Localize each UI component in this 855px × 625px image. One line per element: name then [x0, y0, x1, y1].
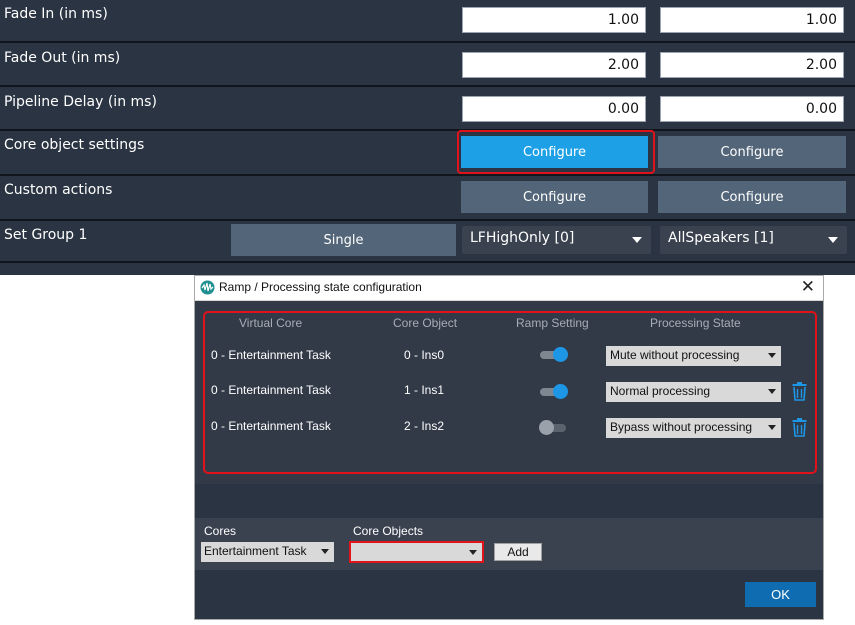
chevron-down-icon — [768, 389, 776, 394]
row-3-core-object: 2 - Ins2 — [404, 419, 445, 433]
row-divider — [0, 174, 855, 176]
set-group-label: Set Group 1 — [4, 227, 88, 243]
ok-button[interactable]: OK — [745, 582, 816, 607]
pipeline-delay-label: Pipeline Delay (in ms) — [4, 94, 157, 110]
row-2-virtual-core: 0 - Entertainment Task — [211, 383, 331, 397]
group-combo-b-value: AllSpeakers [1] — [668, 230, 774, 246]
cores-combo[interactable]: Entertainment Task — [201, 542, 334, 562]
chevron-down-icon — [632, 237, 642, 243]
column-header-processing-state: Processing State — [650, 316, 741, 330]
cores-label: Cores — [204, 524, 237, 538]
row-2-state-combo[interactable]: Normal processing — [606, 382, 781, 402]
row-1-virtual-core: 0 - Entertainment Task — [211, 348, 331, 362]
settings-panel: Fade In (in ms) 1.00 1.00 Fade Out (in m… — [0, 0, 855, 275]
column-header-ramp-setting: Ramp Setting — [516, 316, 589, 330]
row-3-ramp-toggle[interactable] — [539, 420, 566, 435]
core-objects-label: Core Objects — [353, 524, 424, 538]
row-1-ramp-toggle[interactable] — [540, 347, 568, 362]
chevron-down-icon — [768, 425, 776, 430]
group-combo-a[interactable]: LFHighOnly [0] — [462, 226, 651, 254]
fade-in-label: Fade In (in ms) — [4, 6, 108, 22]
fade-out-input-a[interactable]: 2.00 — [462, 52, 646, 78]
core-objects-combo[interactable] — [349, 541, 484, 563]
core-object-configure-button-b[interactable]: Configure — [658, 136, 846, 168]
dialog-title: Ramp / Processing state configuration — [219, 280, 422, 294]
chevron-down-icon — [469, 550, 477, 555]
toggle-knob — [553, 384, 568, 399]
single-button[interactable]: Single — [231, 224, 456, 256]
app-logo-icon — [200, 280, 215, 295]
row-divider — [0, 129, 855, 131]
fade-in-input-b[interactable]: 1.00 — [660, 7, 844, 33]
row-2-ramp-toggle[interactable] — [540, 384, 568, 399]
group-combo-b[interactable]: AllSpeakers [1] — [660, 226, 847, 254]
row-3-state-value: Bypass without processing — [610, 420, 753, 434]
core-object-settings-label: Core object settings — [4, 137, 145, 153]
add-button[interactable]: Add — [494, 543, 542, 561]
fade-out-input-b[interactable]: 2.00 — [660, 52, 844, 78]
pipeline-delay-input-b[interactable]: 0.00 — [660, 96, 844, 122]
row-divider — [0, 261, 855, 263]
dialog-titlebar: Ramp / Processing state configuration ✕ — [195, 276, 823, 301]
row-divider — [0, 85, 855, 87]
chevron-down-icon — [828, 237, 838, 243]
toggle-knob — [553, 347, 568, 362]
fade-out-label: Fade Out (in ms) — [4, 50, 121, 66]
chevron-down-icon — [768, 353, 776, 358]
column-header-virtual-core: Virtual Core — [239, 316, 303, 330]
pipeline-delay-input-a[interactable]: 0.00 — [462, 96, 646, 122]
row-3-trash-icon[interactable] — [792, 418, 807, 437]
cores-combo-value: Entertainment Task — [204, 544, 307, 558]
column-header-core-object: Core Object — [393, 316, 458, 330]
row-2-trash-icon[interactable] — [792, 382, 807, 401]
ramp-config-dialog: Ramp / Processing state configuration ✕ … — [194, 275, 824, 620]
row-2-state-value: Normal processing — [610, 384, 711, 398]
chevron-down-icon — [321, 549, 329, 554]
row-divider — [0, 41, 855, 43]
row-1-state-value: Mute without processing — [610, 348, 740, 362]
row-1-core-object: 0 - Ins0 — [404, 348, 445, 362]
row-1-state-combo[interactable]: Mute without processing — [606, 346, 781, 366]
fade-in-input-a[interactable]: 1.00 — [462, 7, 646, 33]
custom-actions-label: Custom actions — [4, 182, 113, 198]
group-combo-a-value: LFHighOnly [0] — [470, 230, 575, 246]
custom-actions-configure-button-b[interactable]: Configure — [658, 181, 846, 213]
row-3-virtual-core: 0 - Entertainment Task — [211, 419, 331, 433]
custom-actions-configure-button-a[interactable]: Configure — [461, 181, 648, 213]
row-2-core-object: 1 - Ins1 — [404, 383, 445, 397]
toggle-knob — [539, 420, 554, 435]
row-divider — [0, 219, 855, 221]
core-object-configure-button-a[interactable]: Configure — [461, 136, 648, 168]
close-icon[interactable]: ✕ — [801, 277, 815, 297]
row-3-state-combo[interactable]: Bypass without processing — [606, 418, 781, 438]
